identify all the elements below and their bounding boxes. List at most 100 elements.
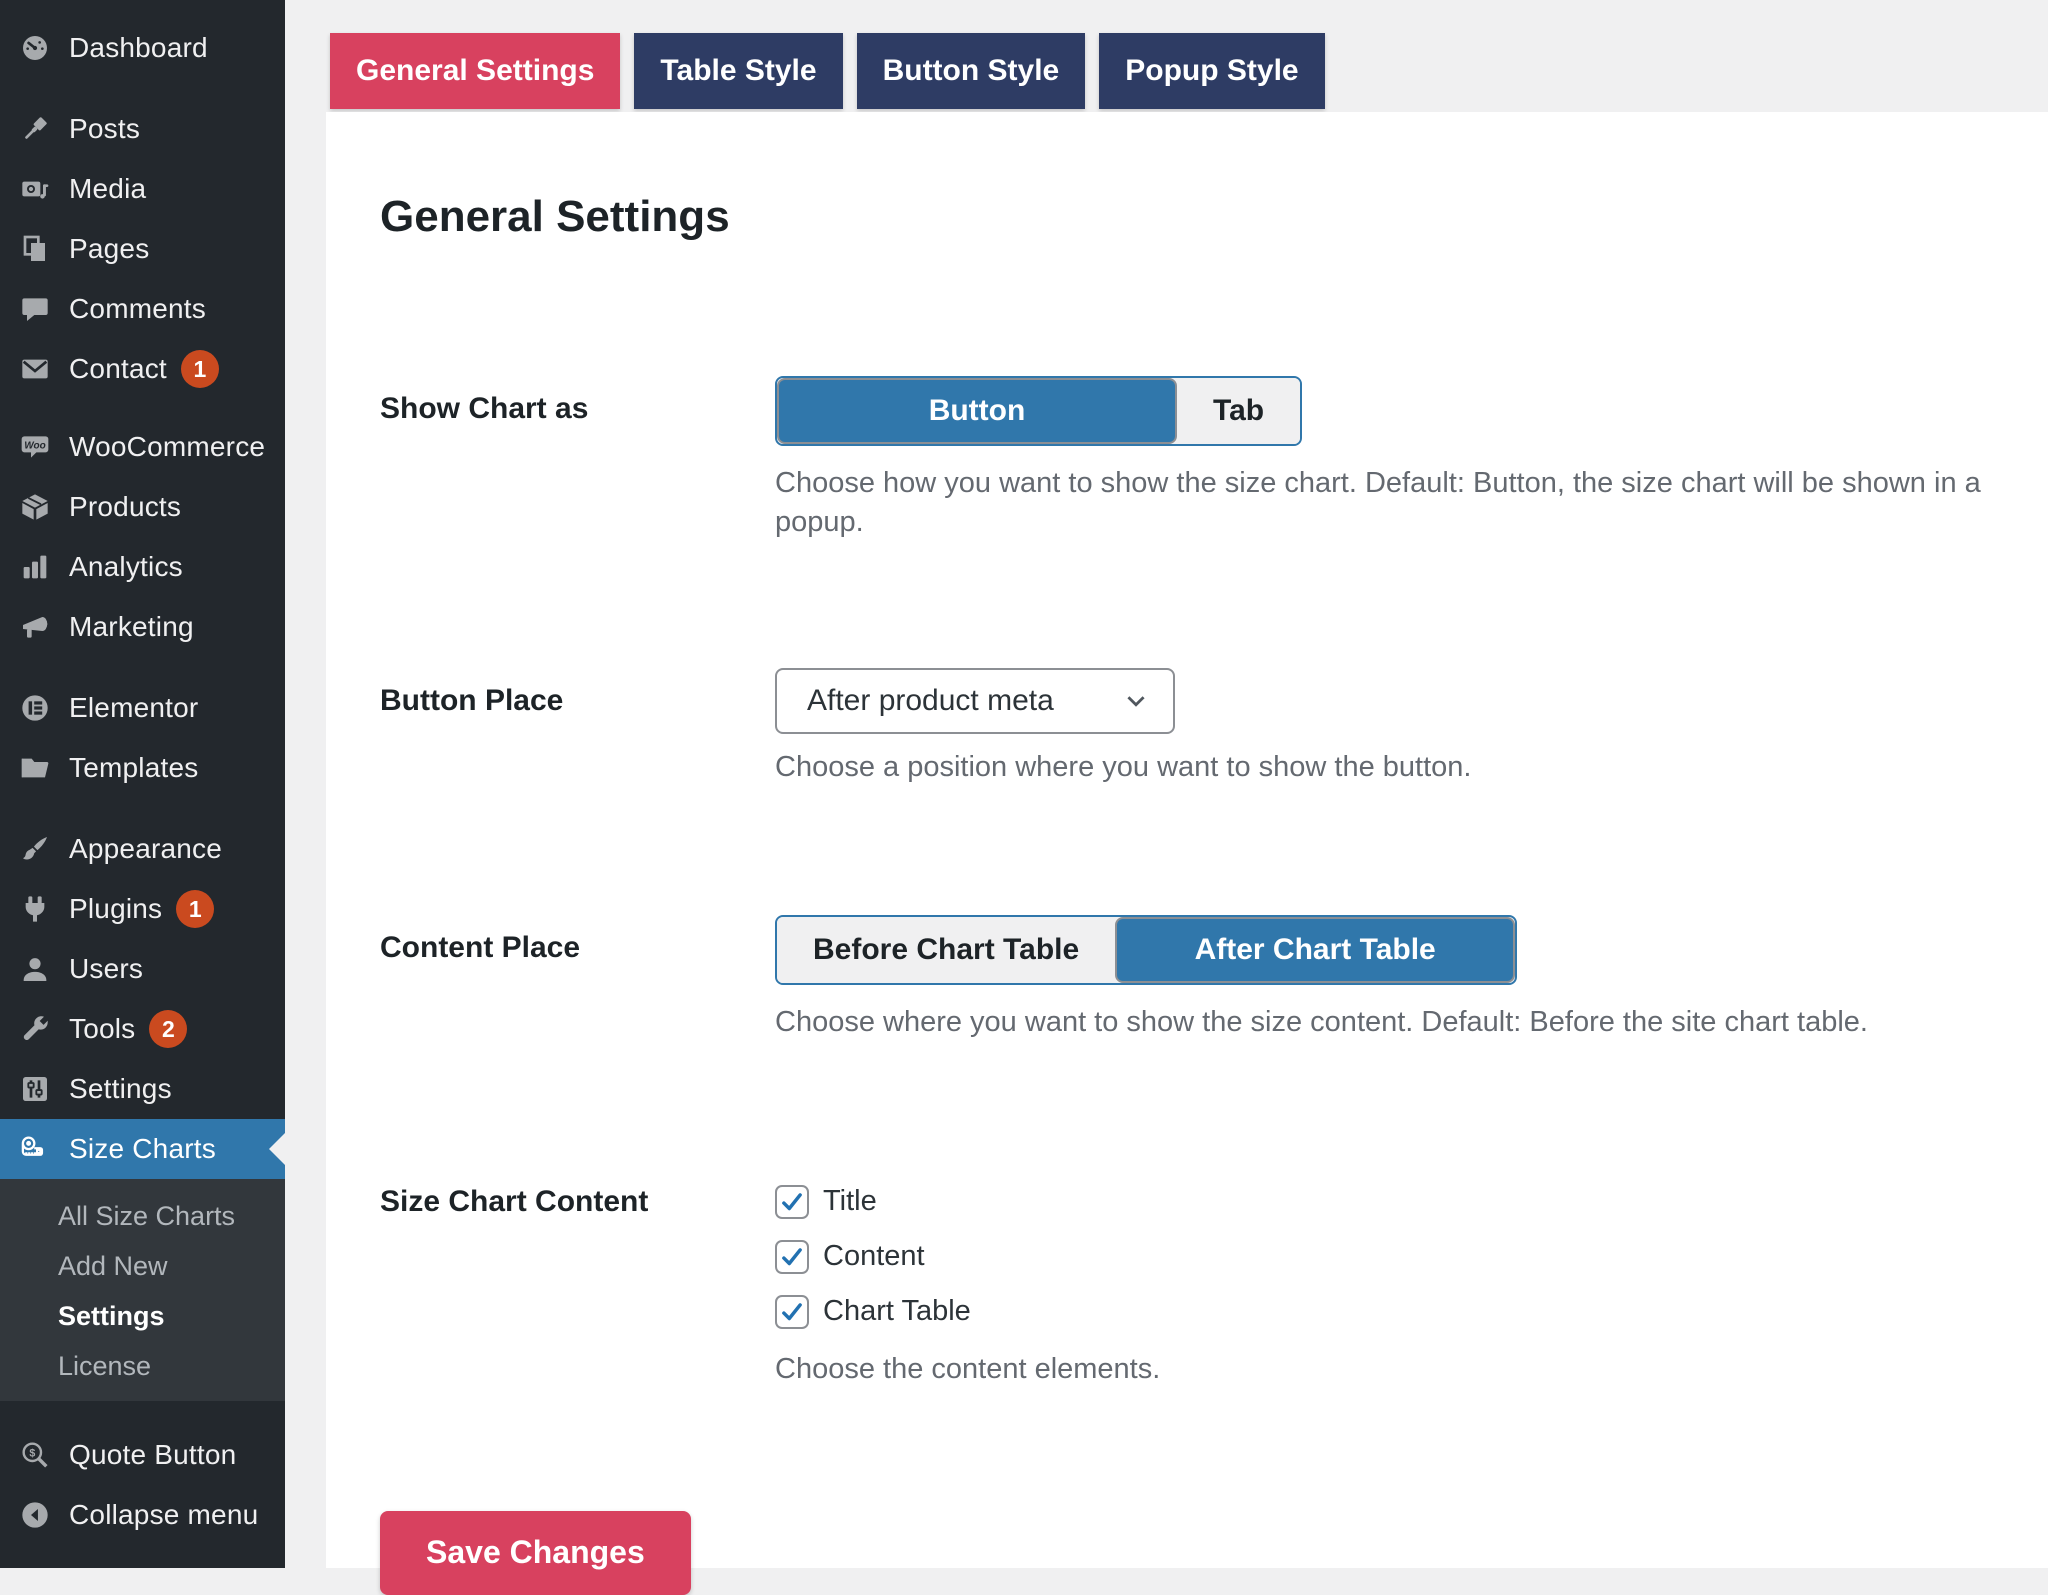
content-place-help: Choose where you want to show the size c… [775,1003,1988,1042]
plugins-count-badge: 1 [176,890,214,928]
sidebar-item-label: Elementor [69,692,198,724]
sidebar-item-label: Tools [69,1013,135,1045]
chart-table-checkbox[interactable] [775,1295,809,1329]
folder-icon [18,751,52,785]
camera-icon [18,172,52,206]
sidebar-item-label: WooCommerce [69,431,265,463]
bar-chart-icon [18,550,52,584]
pushpin-icon [18,112,52,146]
page-title: General Settings [380,192,1988,242]
tab-popup-style[interactable]: Popup Style [1099,33,1324,109]
button-place-select[interactable]: After product meta [775,668,1175,734]
sidebar-item-label: Templates [69,752,198,784]
size-chart-content-help: Choose the content elements. [775,1350,1988,1389]
size-chart-content-label: Size Chart Content [380,1185,775,1219]
sidebar-item-label: Quote Button [69,1439,236,1471]
size-charts-submenu: All Size Charts Add New Settings License [0,1179,285,1401]
checkbox-row-title: Title [775,1185,1988,1219]
woocommerce-icon: Woo [18,430,52,464]
svg-text:Woo: Woo [24,440,45,451]
sidebar-item-marketing[interactable]: Marketing [0,597,285,657]
svg-text:$: $ [29,1447,35,1459]
megaphone-icon [18,610,52,644]
button-place-help: Choose a position where you want to show… [775,748,1988,787]
sidebar-item-label: Collapse menu [69,1499,258,1531]
dashboard-icon [18,31,52,65]
sidebar-item-label: Dashboard [69,32,208,64]
checkbox-row-content: Content [775,1240,1988,1274]
checkbox-row-chart-table: Chart Table [775,1295,1988,1329]
sidebar-item-users[interactable]: Users [0,939,285,999]
checkmark-icon [779,1189,805,1215]
sidebar-item-comments[interactable]: Comments [0,279,285,339]
sidebar-item-media[interactable]: Media [0,159,285,219]
show-chart-as-label: Show Chart as [380,376,775,442]
sidebar-item-appearance[interactable]: Appearance [0,819,285,879]
elementor-icon [18,691,52,725]
sidebar-item-label: Appearance [69,833,222,865]
sidebar-item-size-charts[interactable]: Size Charts [0,1119,285,1179]
sliders-icon [18,1072,52,1106]
checkbox-label-title: Title [823,1185,877,1218]
sidebar-item-contact[interactable]: Contact 1 [0,339,285,399]
sidebar-item-elementor[interactable]: Elementor [0,678,285,738]
sidebar-item-dashboard[interactable]: Dashboard [0,18,285,78]
checkmark-icon [779,1299,805,1325]
checkmark-icon [779,1244,805,1270]
button-place-label: Button Place [380,668,775,734]
size-chart-content-row: Size Chart Content Title Con [380,1185,1988,1389]
sidebar-item-woocommerce[interactable]: Woo WooCommerce [0,417,285,477]
collapse-arrow-icon [18,1498,52,1532]
comment-bubble-icon [18,292,52,326]
sidebar-item-tools[interactable]: Tools 2 [0,999,285,1059]
sidebar-item-analytics[interactable]: Analytics [0,537,285,597]
tab-general-settings[interactable]: General Settings [330,33,620,109]
sidebar-item-quote-button[interactable]: $ Quote Button [0,1425,285,1485]
sidebar-item-label: Size Charts [69,1133,216,1165]
toggle-option-button[interactable]: Button [777,378,1177,444]
sidebar-item-label: Comments [69,293,206,325]
user-icon [18,952,52,986]
collapse-menu-button[interactable]: Collapse menu [0,1485,285,1545]
settings-tabs: General Settings Table Style Button Styl… [330,33,1325,109]
plug-icon [18,892,52,926]
sidebar-item-products[interactable]: Products [0,477,285,537]
button-place-selected-value: After product meta [807,684,1054,718]
sidebar-item-label: Media [69,173,146,205]
toggle-option-tab[interactable]: Tab [1177,378,1300,444]
measuring-tape-icon [18,1132,52,1166]
sidebar-item-templates[interactable]: Templates [0,738,285,798]
wrench-icon [18,1012,52,1046]
sidebar-item-pages[interactable]: Pages [0,219,285,279]
toggle-option-before-chart-table[interactable]: Before Chart Table [777,917,1115,983]
sidebar-item-label: Posts [69,113,140,145]
sidebar-item-label: Marketing [69,611,194,643]
submenu-item-license[interactable]: License [0,1341,285,1391]
package-box-icon [18,490,52,524]
toggle-option-after-chart-table[interactable]: After Chart Table [1115,917,1515,983]
paintbrush-icon [18,832,52,866]
settings-panel: General Settings Show Chart as Button Ta… [326,112,2048,1568]
show-chart-as-toggle: Button Tab [775,376,1302,446]
admin-sidebar: Dashboard Posts Media Pages [0,0,285,1568]
button-place-row: Button Place After product meta Choose a… [380,668,1988,787]
tools-count-badge: 2 [149,1010,187,1048]
submenu-item-settings[interactable]: Settings [0,1291,285,1341]
sidebar-item-label: Pages [69,233,149,265]
save-changes-button[interactable]: Save Changes [380,1511,691,1595]
content-checkbox[interactable] [775,1240,809,1274]
show-chart-as-help: Choose how you want to show the size cha… [775,464,1988,542]
sidebar-item-posts[interactable]: Posts [0,99,285,159]
sidebar-item-plugins[interactable]: Plugins 1 [0,879,285,939]
title-checkbox[interactable] [775,1185,809,1219]
sidebar-item-settings[interactable]: Settings [0,1059,285,1119]
tab-button-style[interactable]: Button Style [857,33,1086,109]
submenu-item-add-new[interactable]: Add New [0,1241,285,1291]
sidebar-item-label: Users [69,953,143,985]
show-chart-as-row: Show Chart as Button Tab Choose how you … [380,376,1988,542]
submenu-item-all-size-charts[interactable]: All Size Charts [0,1191,285,1241]
tab-table-style[interactable]: Table Style [634,33,842,109]
sidebar-item-label: Products [69,491,181,523]
sidebar-item-label: Settings [69,1073,172,1105]
checkbox-label-chart-table: Chart Table [823,1295,971,1328]
